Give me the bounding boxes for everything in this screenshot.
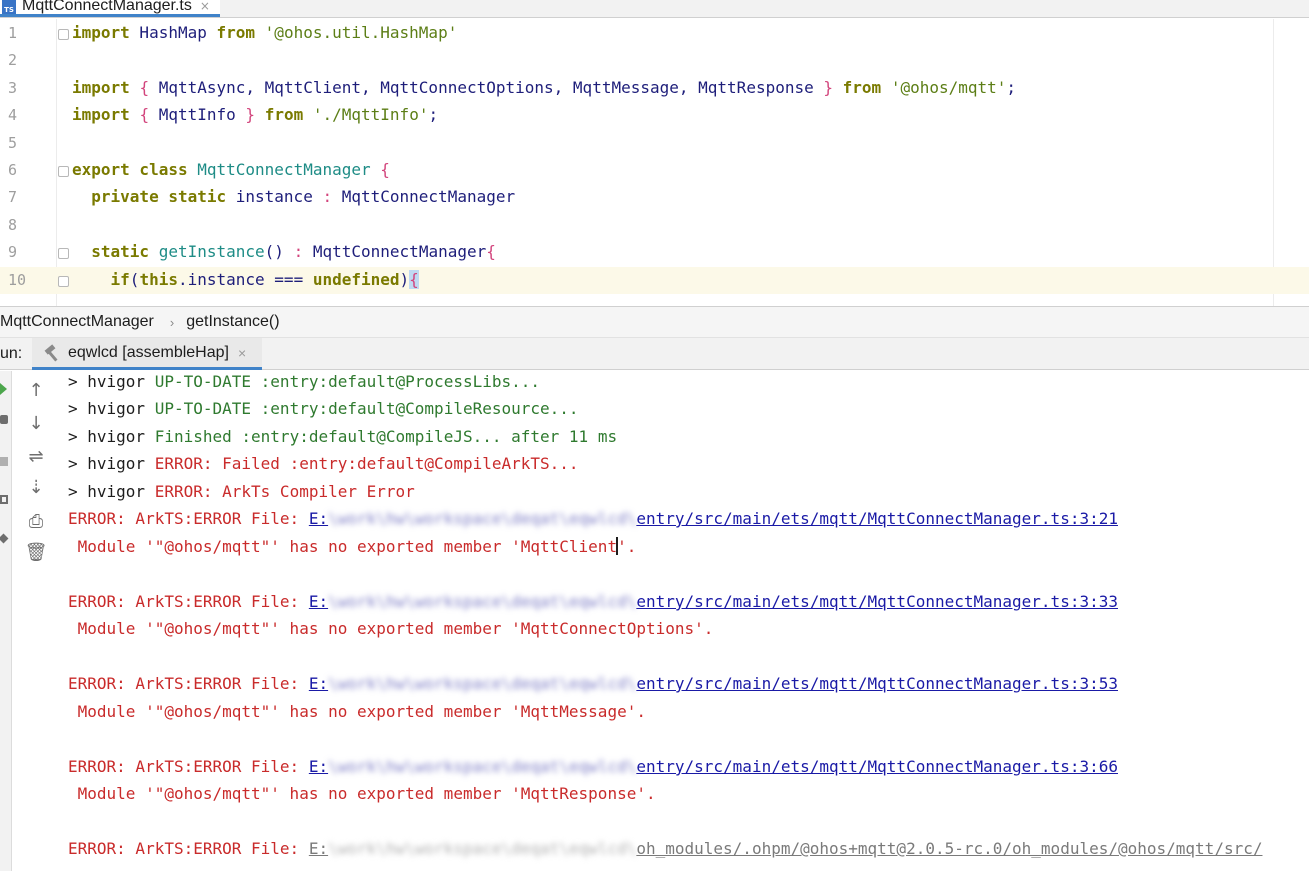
- code-line[interactable]: 5: [0, 130, 1309, 157]
- console-line: > hvigor Finished :entry:default@Compile…: [68, 427, 618, 446]
- code-line[interactable]: 9 static getInstance() : MqttConnectMana…: [0, 239, 1309, 266]
- code-line[interactable]: 6 export class MqttConnectManager {: [0, 157, 1309, 184]
- fold-toggle-icon[interactable]: [58, 275, 69, 287]
- error-message: Module '"@ohos/mqtt"' has no exported me…: [68, 537, 637, 556]
- error-file-line: ERROR: ArkTS:ERROR File: E:\work\hw\work…: [68, 839, 1263, 858]
- breadcrumb: MqttConnectManager › getInstance(): [0, 306, 1309, 338]
- error-file-line: ERROR: ArkTS:ERROR File: E:\work\hw\work…: [68, 674, 1118, 693]
- line-number: 2: [8, 51, 18, 70]
- line-number: 7: [8, 188, 18, 207]
- line-number: 1: [8, 24, 18, 42]
- run-tab-title: eqwlcd [assembleHap]: [68, 343, 229, 361]
- error-message: Module '"@ohos/mqtt"' has no exported me…: [68, 619, 714, 638]
- text-caret: [616, 537, 619, 555]
- line-number: 6: [8, 161, 18, 179]
- code-line[interactable]: 4 import { MqttInfo } from './MqttInfo';: [0, 102, 1309, 129]
- line-number: 9: [8, 243, 18, 262]
- console-line: > hvigor UP-TO-DATE :entry:default@Proce…: [68, 372, 541, 391]
- error-file-link[interactable]: E:\work\hw\workspace\deqat\eqwlcd\entry/…: [309, 509, 1118, 528]
- console-line: > hvigor UP-TO-DATE :entry:default@Compi…: [68, 399, 579, 418]
- pin-icon[interactable]: [0, 533, 9, 544]
- error-file-line: ERROR: ArkTS:ERROR File: E:\work\hw\work…: [68, 592, 1118, 611]
- code-line[interactable]: 1 import HashMap from '@ohos.util.HashMap…: [0, 20, 1309, 47]
- run-label: un:: [0, 345, 23, 362]
- soft-wrap-icon[interactable]: ⇌: [25, 445, 47, 467]
- close-icon[interactable]: ×: [238, 345, 246, 361]
- code-editor[interactable]: 1 import HashMap from '@ohos.util.HashMap…: [0, 19, 1309, 306]
- error-file-link[interactable]: E:\work\hw\workspace\deqat\eqwlcd\oh_mod…: [309, 839, 1263, 858]
- breadcrumb-item-method[interactable]: getInstance(): [186, 313, 279, 331]
- run-actions-strip: [0, 371, 12, 871]
- code-line[interactable]: 3 import { MqttAsync, MqttClient, MqttCon…: [0, 75, 1309, 102]
- fold-toggle-icon[interactable]: [58, 248, 69, 260]
- console-line: > hvigor ERROR: Failed :entry:default@Co…: [68, 454, 579, 473]
- rerun-icon[interactable]: [0, 383, 7, 395]
- line-number: 3: [8, 78, 18, 97]
- breadcrumb-item-class[interactable]: MqttConnectManager: [0, 313, 154, 331]
- run-tab-assemblehap[interactable]: eqwlcd [assembleHap] ×: [32, 338, 262, 370]
- wrench-icon[interactable]: [0, 415, 8, 424]
- console-line: > hvigor ERROR: ArkTs Compiler Error: [68, 482, 415, 501]
- error-message: Module '"@ohos/mqtt"' has no exported me…: [68, 784, 656, 803]
- scroll-to-end-icon[interactable]: ⇣: [25, 476, 47, 498]
- code-line[interactable]: 2: [0, 47, 1309, 74]
- editor-tab-title: MqttConnectManager.ts: [22, 0, 192, 14]
- code-text: export class MqttConnectManager {: [72, 160, 390, 179]
- hammer-icon: [44, 345, 60, 361]
- code-text: if(this.instance === undefined){: [110, 269, 419, 289]
- error-message: Module '"@ohos/mqtt"' has no exported me…: [68, 702, 646, 721]
- arrow-down-icon[interactable]: ↓: [25, 412, 47, 434]
- console-output[interactable]: > hvigor UP-TO-DATE :entry:default@Proce…: [58, 371, 1309, 871]
- arrow-up-icon[interactable]: ↑: [25, 379, 47, 401]
- trash-icon[interactable]: 🗑: [25, 541, 48, 563]
- error-file-line: ERROR: ArkTS:ERROR File: E:\work\hw\work…: [68, 509, 1118, 528]
- code-text: import { MqttAsync, MqttClient, MqttConn…: [72, 77, 1017, 97]
- line-number: 5: [8, 133, 18, 152]
- code-text: static getInstance() : MqttConnectManage…: [91, 242, 496, 262]
- layout-icon[interactable]: [0, 495, 8, 504]
- print-icon[interactable]: ⎙: [25, 510, 47, 532]
- code-text: import HashMap from '@ohos.util.HashMap': [72, 23, 458, 42]
- stop-icon[interactable]: [0, 457, 8, 466]
- code-line[interactable]: 7 private static instance : MqttConnectM…: [0, 184, 1309, 211]
- editor-tab-mqttconnectmanager[interactable]: TS MqttConnectManager.ts ×: [0, 0, 220, 17]
- error-file-line: ERROR: ArkTS:ERROR File: E:\work\hw\work…: [68, 757, 1118, 776]
- line-number: 10: [8, 270, 27, 289]
- console-toolbar: ↑ ↓ ⇌ ⇣ ⎙ 🗑: [13, 371, 58, 871]
- line-number: 4: [8, 106, 18, 125]
- chevron-right-icon: ›: [169, 314, 175, 330]
- code-line[interactable]: 10 if(this.instance === undefined){: [0, 266, 1309, 294]
- error-file-link[interactable]: E:\work\hw\workspace\deqat\eqwlcd\entry/…: [309, 674, 1118, 693]
- editor-tab-bar: TS MqttConnectManager.ts ×: [0, 0, 1309, 18]
- code-line[interactable]: 8: [0, 212, 1309, 239]
- line-number: 8: [8, 215, 18, 234]
- run-tool-window-header: un: eqwlcd [assembleHap] ×: [0, 338, 1309, 370]
- code-text: private static instance : MqttConnectMan…: [91, 187, 516, 207]
- error-file-link[interactable]: E:\work\hw\workspace\deqat\eqwlcd\entry/…: [309, 757, 1118, 776]
- typescript-file-icon: TS: [2, 0, 16, 14]
- code-text: import { MqttInfo } from './MqttInfo';: [72, 105, 439, 125]
- error-file-link[interactable]: E:\work\hw\workspace\deqat\eqwlcd\entry/…: [309, 592, 1118, 611]
- fold-toggle-icon[interactable]: [58, 29, 69, 40]
- fold-toggle-icon[interactable]: [58, 166, 69, 177]
- close-icon[interactable]: ×: [200, 0, 210, 13]
